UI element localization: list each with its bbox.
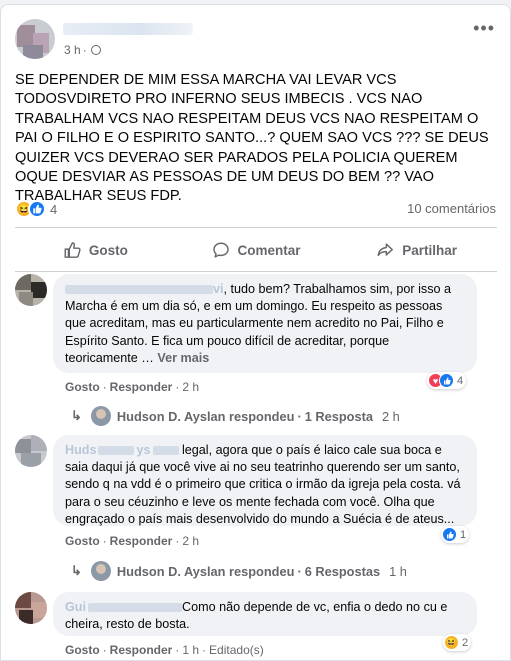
reply-count: 1 Resposta — [304, 408, 373, 424]
thumbs-up-icon — [64, 242, 81, 258]
comment-reaction-count: 1 — [460, 528, 467, 541]
comment-time[interactable]: 1 h — [182, 643, 199, 657]
divider — [15, 227, 497, 228]
post-timestamp[interactable]: 3 h · — [64, 43, 101, 57]
comment-like-link[interactable]: Gosto — [65, 643, 100, 657]
haha-reaction-icon: 😆 — [444, 635, 459, 650]
name-redaction — [65, 285, 213, 295]
commenter-name[interactable]: Gui — [65, 600, 182, 614]
comment-reactions[interactable]: 1 — [441, 526, 470, 543]
comment-like-link[interactable]: Gosto — [65, 380, 100, 394]
post-header: 3 h · ••• — [15, 19, 495, 61]
comment-label: Comentar — [237, 242, 301, 258]
comment-meta: Gosto · Responder · 1 h · Editado(s) — [65, 643, 264, 657]
like-label: Gosto — [88, 242, 128, 258]
commenter-avatar[interactable] — [15, 435, 47, 467]
commenter-avatar[interactable] — [15, 592, 47, 624]
name-redaction — [98, 446, 135, 456]
comment: Huds ys legal, agora que o país é laico c… — [15, 435, 499, 585]
edited-label[interactable]: Editado(s) — [209, 643, 264, 657]
comment-reactions[interactable]: ♥ 4 — [427, 372, 467, 389]
comment-reply-link[interactable]: Responder — [110, 380, 173, 394]
comment-bubble: vi, tudo bem? Trabalhamos sim, por isso … — [53, 274, 477, 373]
see-more-link[interactable]: Ver mais — [157, 351, 209, 365]
reply-time: 1 h — [389, 563, 407, 579]
separator-dot: · — [82, 43, 87, 57]
reply-arrow-icon: ↳ — [71, 563, 82, 578]
comment-reaction-count: 4 — [457, 374, 464, 387]
name-redaction — [152, 446, 179, 456]
comment-bubble: Huds ys legal, agora que o país é laico c… — [53, 435, 477, 526]
comment-time[interactable]: 2 h — [182, 534, 199, 548]
comment: vi, tudo bem? Trabalhamos sim, por isso … — [15, 274, 499, 434]
post-text: SE DEPENDER DE MIM ESSA MARCHA VAI LEVAR… — [15, 72, 489, 205]
comment-reactions[interactable]: 😆 2 — [443, 634, 472, 651]
comment: Gui Como não depende de vc, enfia o dedo … — [15, 592, 499, 658]
comment-meta: Gosto · Responder · 2 h — [65, 380, 200, 394]
more-options-icon[interactable]: ••• — [473, 19, 495, 37]
reply-arrow-icon: ↳ — [71, 408, 82, 423]
replier-avatar — [90, 561, 111, 581]
author-name-redacted[interactable] — [63, 23, 193, 35]
post-reactions[interactable]: 😆 4 — [15, 198, 57, 220]
comment-meta: Gosto · Responder · 2 h — [65, 534, 200, 548]
commenter-name[interactable]: Huds ys — [65, 443, 179, 457]
replier-avatar — [90, 406, 111, 426]
like-reaction-icon — [439, 373, 454, 388]
comment-reply-link[interactable]: Responder — [110, 643, 173, 657]
comment-like-link[interactable]: Gosto — [65, 534, 100, 548]
reply-count: 6 Respostas — [304, 563, 381, 579]
reaction-count: 4 — [50, 201, 58, 217]
name-redaction — [88, 603, 182, 613]
comment-reaction-count: 2 — [462, 636, 469, 649]
like-reaction-icon — [442, 527, 457, 542]
post-actions: Gosto Comentar Partilhar — [15, 232, 497, 268]
comment-bubble: Gui Como não depende de vc, enfia o dedo … — [53, 592, 477, 636]
comment-bubble-icon — [212, 242, 229, 258]
post-time[interactable]: 3 h — [64, 43, 81, 57]
view-replies-link[interactable]: ↳ Hudson D. Ayslan respondeu · 6 Respostas… — [71, 561, 407, 581]
post-card: 3 h · ••• SE DEPENDER DE MIM ESSA MARCHA… — [0, 4, 511, 661]
divider — [15, 271, 497, 272]
view-replies-link[interactable]: ↳ Hudson D. Ayslan respondeu · 1 Resposta … — [71, 406, 400, 426]
like-button[interactable]: Gosto — [15, 232, 176, 268]
replier-name: Hudson D. Ayslan respondeu — [116, 408, 295, 424]
comment-time[interactable]: 2 h — [182, 380, 199, 394]
reply-time: 2 h — [381, 408, 400, 424]
comment-reply-link[interactable]: Responder — [110, 534, 173, 548]
replier-name: Hudson D. Ayslan respondeu — [116, 563, 295, 579]
globe-icon — [90, 45, 101, 55]
like-reaction-icon — [28, 200, 46, 218]
commenter-avatar[interactable] — [15, 274, 47, 306]
commenter-name[interactable]: vi — [65, 282, 224, 296]
comment-button[interactable]: Comentar — [176, 232, 337, 268]
author-avatar[interactable] — [15, 19, 55, 59]
share-arrow-icon — [377, 243, 394, 257]
comment-count-link[interactable]: 10 comentários — [407, 201, 496, 216]
share-label: Partilhar — [402, 242, 458, 258]
share-button[interactable]: Partilhar — [336, 232, 497, 268]
